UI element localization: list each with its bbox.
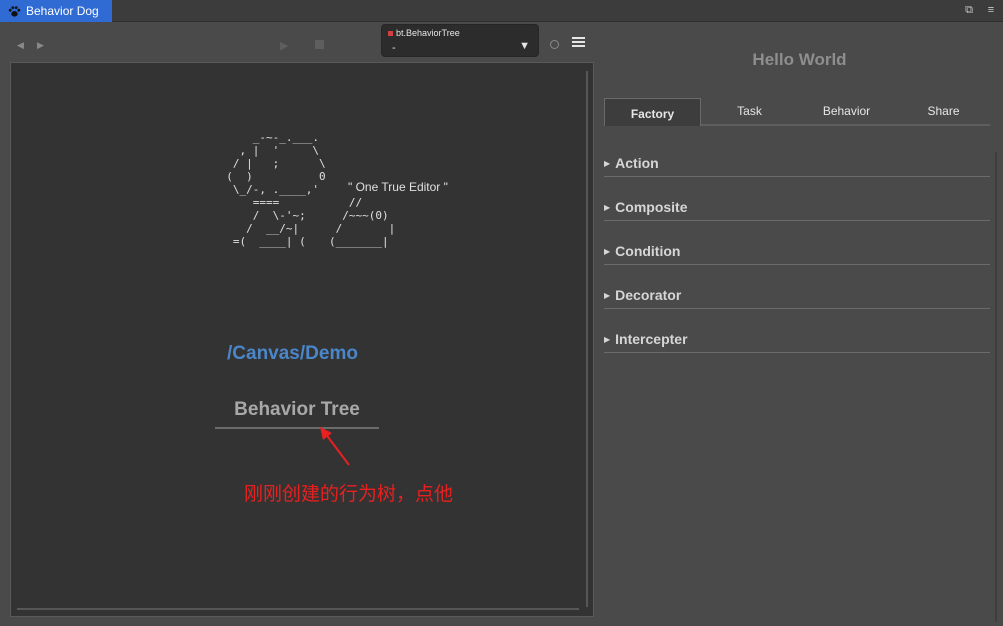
tab-share[interactable]: Share xyxy=(895,98,992,126)
section-action[interactable]: ▶ Action xyxy=(604,155,990,177)
section-label: Decorator xyxy=(615,287,682,303)
section-condition[interactable]: ▶ Condition xyxy=(604,243,990,265)
editor-tagline: " One True Editor " xyxy=(348,180,448,194)
window-menu-icon[interactable]: ≡ xyxy=(985,4,997,16)
back-arrow-icon[interactable]: ◀ xyxy=(17,40,24,51)
forward-arrow-icon[interactable]: ▶ xyxy=(37,40,44,51)
canvas-area[interactable]: _-~-_.___. , | ' \ / | ; \ ( ) 0 \_/-, .… xyxy=(10,62,594,617)
play-button[interactable]: ▶ xyxy=(280,39,288,52)
circle-icon[interactable] xyxy=(550,40,559,49)
section-composite[interactable]: ▶ Composite xyxy=(604,199,990,221)
expand-triangle-icon: ▶ xyxy=(604,203,611,212)
app-tab[interactable]: Behavior Dog xyxy=(0,0,112,22)
panel-vertical-scrollbar[interactable] xyxy=(995,152,997,622)
tab-task[interactable]: Task xyxy=(701,98,798,126)
toolbar: ◀ ▶ ▶ bt.BehaviorTree - ▼ xyxy=(0,22,596,62)
expand-triangle-icon: ▶ xyxy=(604,335,611,344)
section-decorator[interactable]: ▶ Decorator xyxy=(604,287,990,309)
section-intercepter[interactable]: ▶ Intercepter xyxy=(604,331,990,353)
tree-selector-value: - xyxy=(392,42,396,54)
app-title: Behavior Dog xyxy=(26,4,99,18)
tree-selector-tag-label: bt.BehaviorTree xyxy=(396,28,460,38)
expand-triangle-icon: ▶ xyxy=(604,247,611,256)
chevron-down-icon[interactable]: ▼ xyxy=(519,40,530,52)
right-panel: Hello World Factory Task Behavior Share … xyxy=(596,22,1003,626)
section-label: Condition xyxy=(615,243,681,259)
section-label: Composite xyxy=(615,199,688,215)
annotation-text: 刚刚创建的行为树，点他 xyxy=(244,484,454,505)
tab-behavior[interactable]: Behavior xyxy=(798,98,895,126)
section-label: Action xyxy=(615,155,659,171)
tree-selector-tag: bt.BehaviorTree xyxy=(388,28,460,38)
expand-triangle-icon: ▶ xyxy=(604,159,611,168)
canvas-vertical-scrollbar[interactable] xyxy=(586,71,588,607)
ascii-computer-art: // /~~~(0) / | (_______| xyxy=(329,196,396,248)
title-bar: Behavior Dog ⧉ ≡ xyxy=(0,0,1003,22)
tree-selector[interactable]: bt.BehaviorTree - ▼ xyxy=(381,24,539,57)
panel-tabs: Factory Task Behavior Share xyxy=(604,98,990,126)
tree-type-marker-icon xyxy=(388,30,393,36)
canvas-horizontal-scrollbar[interactable] xyxy=(17,608,579,610)
stop-button[interactable] xyxy=(315,40,324,49)
panel-title: Hello World xyxy=(752,50,847,69)
restore-window-icon[interactable]: ⧉ xyxy=(963,4,975,16)
tab-factory[interactable]: Factory xyxy=(604,98,701,126)
paw-icon xyxy=(8,5,21,18)
annotation-arrow-icon xyxy=(320,427,350,466)
section-label: Intercepter xyxy=(615,331,688,347)
canvas-path: /Canvas/Demo xyxy=(227,343,358,364)
hamburger-menu-icon[interactable] xyxy=(572,37,585,49)
expand-triangle-icon: ▶ xyxy=(604,291,611,300)
ascii-dog-art: _-~-_.___. , | ' \ / | ; \ ( ) 0 \_/-, .… xyxy=(226,131,326,248)
